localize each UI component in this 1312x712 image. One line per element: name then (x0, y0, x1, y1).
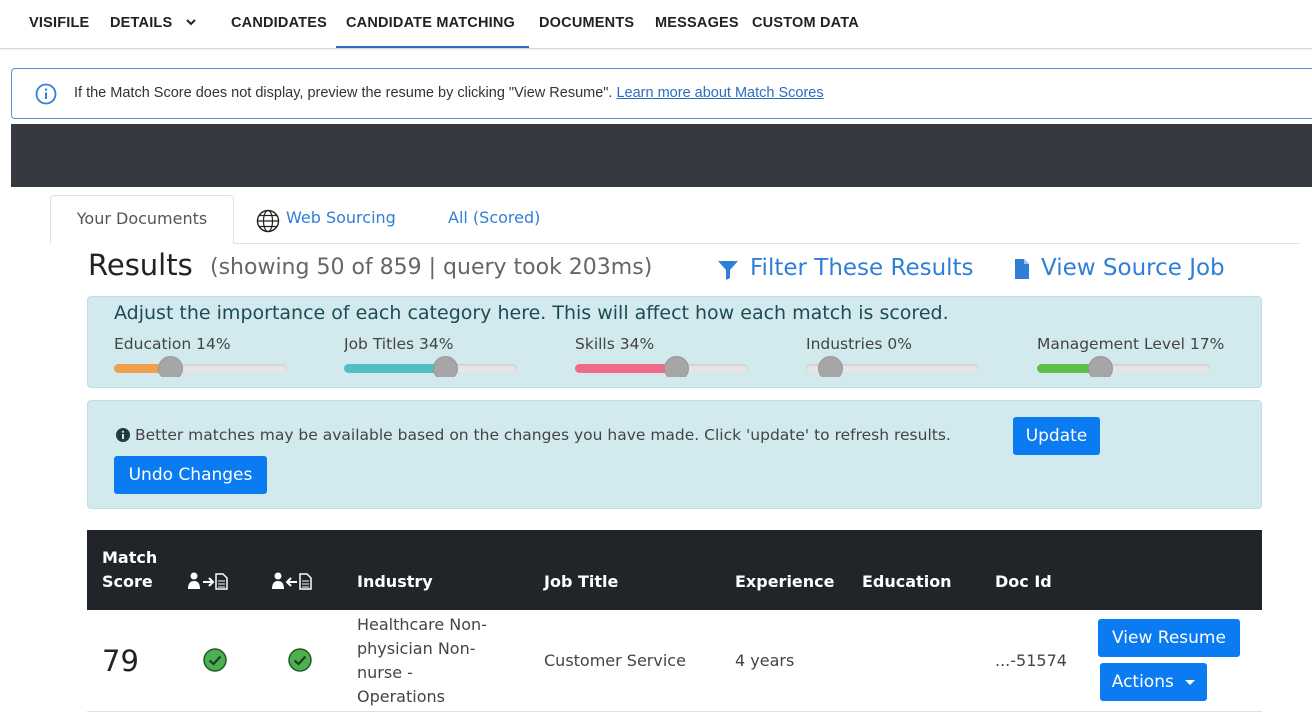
weights-heading: Adjust the importance of each category h… (114, 302, 949, 324)
nav-documents[interactable]: DOCUMENTS (539, 0, 634, 48)
management-level-slider[interactable]: Management Level 17% (1037, 335, 1230, 377)
results-title: Results (88, 248, 193, 282)
alert-message: Better matches may be available based on… (135, 426, 951, 444)
nav-visifile[interactable]: VISIFILE (29, 0, 89, 48)
results-summary: (showing 50 of 859 | query took 203ms) (210, 255, 653, 280)
industries-slider[interactable]: Industries 0% (806, 335, 1006, 377)
slider-handle[interactable] (818, 356, 843, 377)
industry-line: Operations (357, 687, 445, 706)
th-match-score-line1[interactable]: Match (102, 548, 157, 567)
th-job-title[interactable]: Job Title (544, 572, 618, 591)
nav-candidate-matching[interactable]: CANDIDATE MATCHING (336, 0, 529, 48)
th-match-score-line2[interactable]: Score (102, 572, 153, 591)
undo-changes-button[interactable]: Undo Changes (114, 456, 267, 494)
tab-your-documents[interactable]: Your Documents (50, 195, 234, 244)
info-icon (116, 428, 130, 442)
nav-custom-data[interactable]: CUSTOM DATA (752, 0, 859, 48)
nav-candidates[interactable]: CANDIDATES (231, 0, 327, 48)
skills-slider[interactable]: Skills 34% (575, 335, 775, 377)
industry-line: nurse - (357, 663, 413, 682)
slider-handle[interactable] (1087, 356, 1113, 377)
slider-label: Job Titles 34% (344, 335, 454, 353)
category-weights-panel: Adjust the importance of each category h… (87, 296, 1262, 388)
match-score: 79 (102, 644, 139, 678)
match-score-info-bar: If the Match Score does not display, pre… (11, 68, 1312, 119)
slider-label: Industries 0% (806, 335, 913, 353)
actions-label: Actions (1111, 672, 1174, 692)
industry-line: Healthcare Non- (357, 615, 487, 634)
slider-handle[interactable] (157, 356, 183, 377)
chevron-down-icon[interactable] (186, 17, 196, 27)
slider-label: Management Level 17% (1037, 335, 1225, 353)
globe-icon (256, 209, 280, 233)
caret-down-icon (1185, 679, 1196, 685)
info-circle-icon (35, 83, 57, 105)
job-title: Customer Service (544, 651, 686, 670)
experience: 4 years (735, 651, 795, 670)
nav-messages[interactable]: MESSAGES (655, 0, 739, 48)
th-industry[interactable]: Industry (357, 572, 433, 591)
document-icon[interactable] (1011, 258, 1033, 280)
person-to-document-icon[interactable] (187, 572, 231, 590)
nav-details[interactable]: DETAILS (110, 0, 172, 48)
tab-web-sourcing[interactable]: Web Sourcing (286, 195, 396, 243)
slider-fill (344, 364, 442, 373)
th-education[interactable]: Education (862, 572, 952, 591)
slider-fill (575, 364, 673, 373)
check-circle-icon (288, 648, 312, 672)
slider-handle[interactable] (664, 356, 690, 377)
header-banner (11, 124, 1312, 187)
slider-handle[interactable] (433, 356, 459, 377)
slider-fill (1037, 364, 1096, 373)
th-experience[interactable]: Experience (735, 572, 835, 591)
view-resume-button[interactable]: View Resume (1098, 619, 1240, 657)
results-table-header: Match Score Industry Job Title Experienc… (87, 530, 1262, 610)
update-button[interactable]: Update (1013, 417, 1100, 455)
table-row: 79 Healthcare Non- physician Non- nurse … (87, 610, 1262, 712)
filter-icon[interactable] (717, 259, 739, 281)
document-to-person-icon[interactable] (271, 572, 315, 590)
doc-id: ...-51574 (995, 651, 1067, 670)
th-doc-id[interactable]: Doc Id (995, 572, 1052, 591)
slider-label: Skills 34% (575, 335, 655, 353)
tab-all-scored[interactable]: All (Scored) (448, 195, 540, 243)
filter-results-link[interactable]: Filter These Results (750, 255, 974, 281)
learn-more-link[interactable]: Learn more about Match Scores (616, 85, 823, 101)
job-titles-slider[interactable]: Job Titles 34% (344, 335, 544, 377)
info-text: If the Match Score does not display, pre… (74, 85, 613, 101)
update-alert: Better matches may be available based on… (87, 400, 1262, 509)
slider-label: Education 14% (114, 335, 231, 353)
actions-dropdown-button[interactable]: Actions (1100, 663, 1207, 701)
education-slider[interactable]: Education 14% (114, 335, 314, 377)
check-circle-icon (203, 648, 227, 672)
view-source-job-link[interactable]: View Source Job (1041, 255, 1225, 281)
industry-line: physician Non- (357, 639, 476, 658)
top-navigation: VISIFILE DETAILS CANDIDATES CANDIDATE MA… (0, 0, 1312, 49)
info-message: If the Match Score does not display, pre… (74, 85, 824, 101)
document-tabs: Your Documents Web Sourcing All (Scored) (50, 195, 1299, 244)
